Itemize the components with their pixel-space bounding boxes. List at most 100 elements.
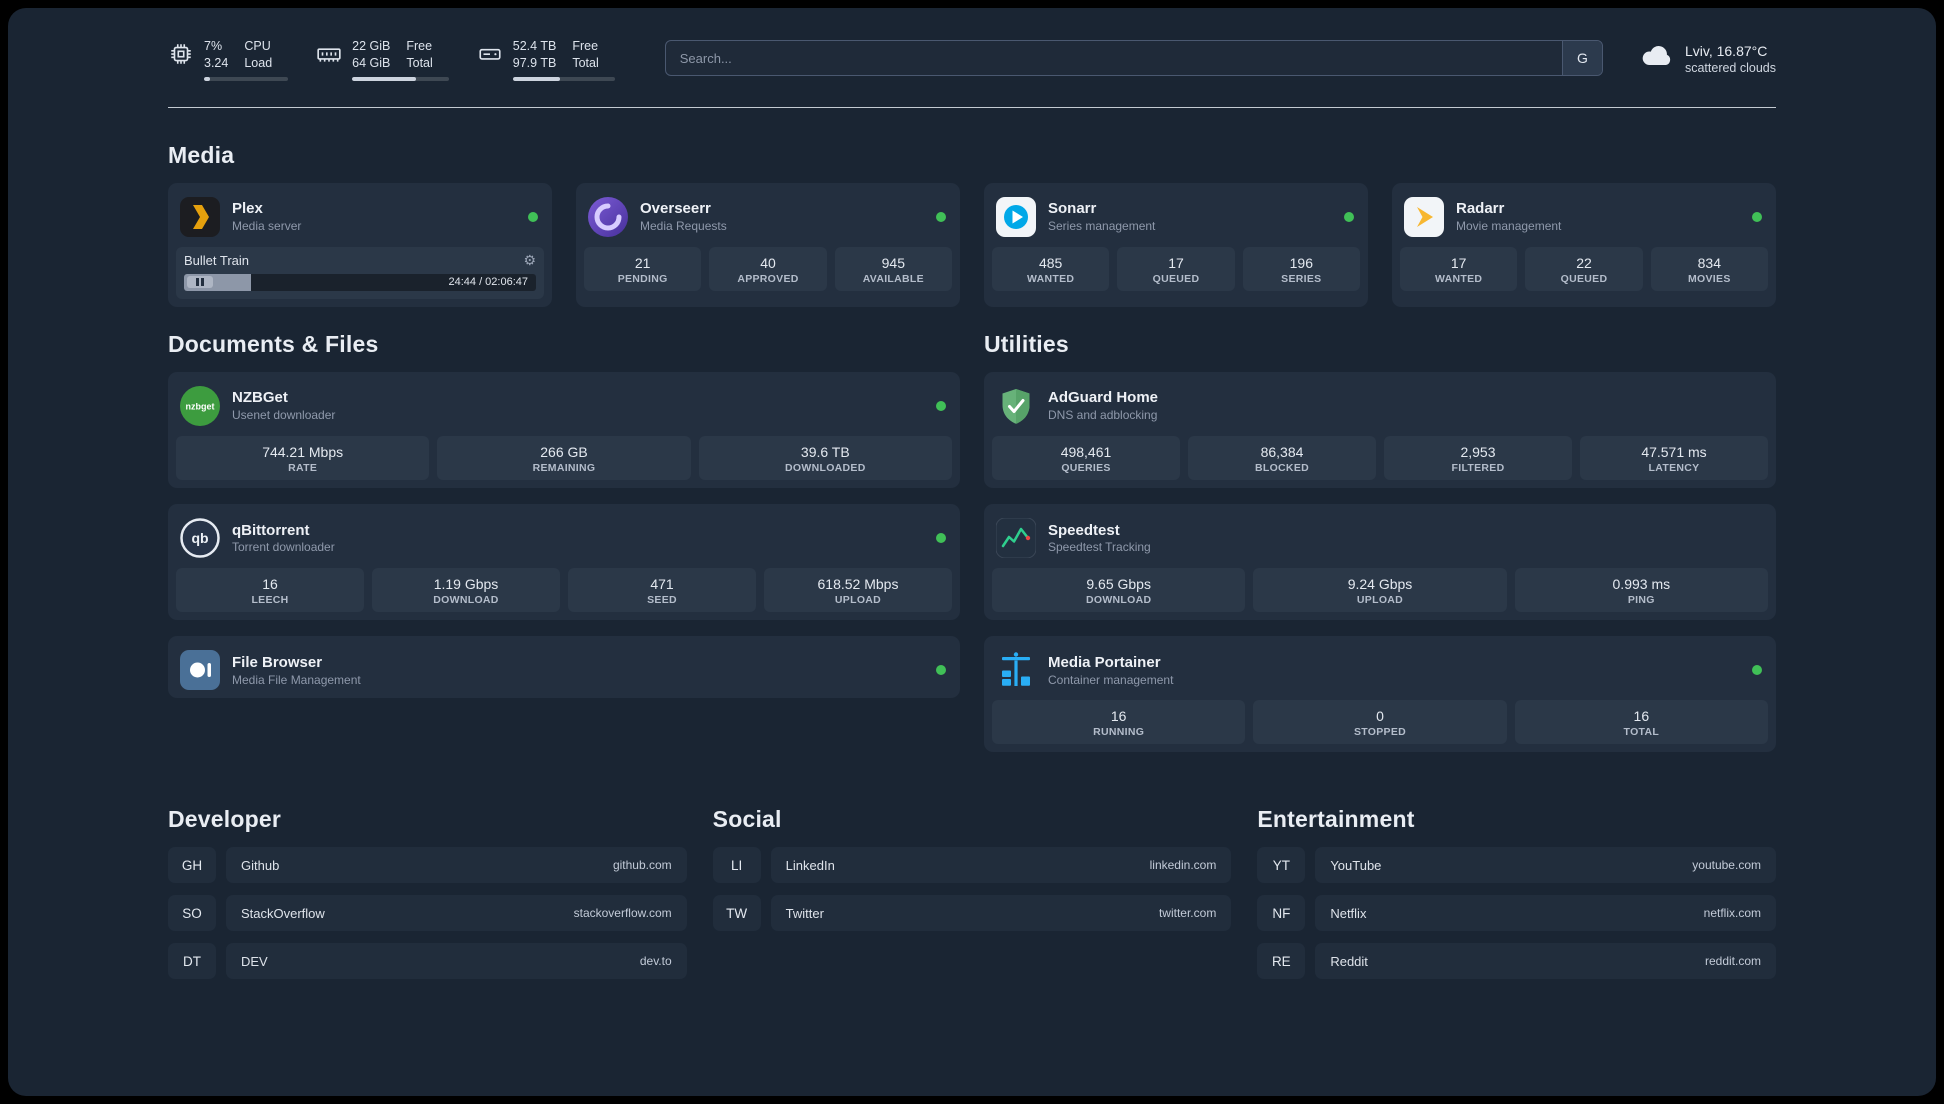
- gear-icon[interactable]: ⚙: [523, 253, 536, 267]
- app-name: Media Portainer: [1048, 653, 1161, 671]
- linkedin-icon: LI: [712, 847, 761, 884]
- section-title-social: Social: [712, 806, 782, 833]
- section-title-utilities: Utilities: [984, 330, 1069, 357]
- now-playing-title: Bullet Train: [184, 252, 250, 268]
- cpu-usage-bar: [204, 76, 289, 81]
- stat-available: 945 AVAILABLE: [834, 246, 952, 291]
- plex-icon: [180, 196, 220, 237]
- sonarr-icon: [996, 196, 1036, 237]
- stat-movies: 834 MOVIES: [1650, 246, 1768, 291]
- stat-seed: 471 SEED: [568, 567, 756, 613]
- disk-free: 52.4 TB: [512, 39, 557, 53]
- cpu-load-value: 3.24: [204, 55, 229, 70]
- search-input[interactable]: [664, 40, 1603, 76]
- app-card-sonarr[interactable]: Sonarr Series management 485 WANTED 17 QUE…: [984, 182, 1368, 307]
- ram-usage-bar: [352, 76, 449, 81]
- app-subtitle: Usenet downloader: [232, 408, 336, 423]
- app-name: AdGuard Home: [1048, 389, 1159, 407]
- plex-now-playing: Bullet Train ⚙ 24:44 / 02:06:47: [176, 246, 544, 299]
- stat-latency: 47.571 ms LATENCY: [1580, 435, 1768, 480]
- stat-total: 16 TOTAL: [1514, 700, 1768, 745]
- search-engine-button[interactable]: G: [1561, 41, 1602, 75]
- app-card-speedtest[interactable]: Speedtest Speedtest Tracking 9.65 Gbps DO…: [984, 503, 1776, 621]
- app-card-nzbget[interactable]: nzbget NZBGet Usenet downloader 744.21 M…: [168, 371, 960, 488]
- adguard-icon: [996, 386, 1036, 426]
- app-card-qbittorrent[interactable]: qb qBittorrent Torrent downloader 16 LEEC…: [168, 503, 960, 621]
- bookmark-twitter[interactable]: TW Twitter twitter.com: [712, 895, 1232, 932]
- app-subtitle: DNS and adblocking: [1048, 408, 1158, 423]
- app-card-filebrowser[interactable]: File Browser Media File Management: [168, 636, 960, 699]
- section-entertainment: Entertainment YT YouTube youtube.com NF N…: [1257, 806, 1776, 980]
- stat-remaining: 266 GB REMAINING: [437, 435, 691, 480]
- app-card-overseerr[interactable]: Overseerr Media Requests 21 PENDING 40 APP…: [576, 182, 960, 307]
- cpu-metric: 7% 3.24 CPU Load: [168, 38, 289, 81]
- playback-time: 24:44 / 02:06:47: [448, 275, 528, 288]
- status-dot: [1752, 665, 1762, 676]
- ram-free: 22 GiB: [352, 39, 391, 53]
- bookmark-github[interactable]: GH Github github.com: [168, 847, 687, 884]
- section-social: Social LI LinkedIn linkedin.com TW Twitte…: [712, 806, 1232, 979]
- weather-condition: scattered clouds: [1684, 60, 1776, 75]
- section-developer: Developer GH Github github.com SO StackOv…: [168, 806, 687, 980]
- bookmark-reddit[interactable]: RE Reddit reddit.com: [1257, 943, 1776, 980]
- cpu-labels: CPU Load: [244, 39, 273, 70]
- stackoverflow-icon: SO: [168, 895, 216, 932]
- twitter-icon: TW: [712, 895, 761, 932]
- bookmark-netflix[interactable]: NF Netflix netflix.com: [1257, 895, 1776, 932]
- stat-upload: 618.52 Mbps UPLOAD: [764, 567, 952, 613]
- app-subtitle: Media server: [232, 219, 302, 234]
- disk-metric: 52.4 TB 97.9 TB Free Total: [477, 38, 615, 81]
- ram-metric: 22 GiB 64 GiB Free Total: [316, 38, 449, 81]
- cpu-values: 7% 3.24: [204, 38, 228, 72]
- status-dot: [528, 211, 538, 222]
- speedtest-icon: [996, 517, 1036, 558]
- qbittorrent-icon: qb: [180, 518, 220, 558]
- stat-series: 196 SERIES: [1242, 246, 1360, 291]
- stat-ping: 0.993 ms PING: [1514, 567, 1768, 613]
- status-dot: [936, 532, 946, 543]
- stat-rate: 744.21 Mbps RATE: [176, 435, 430, 480]
- stat-running: 16 RUNNING: [992, 700, 1246, 745]
- playback-progress-bar[interactable]: 24:44 / 02:06:47: [184, 273, 536, 291]
- stat-leech: 16 LEECH: [176, 567, 364, 613]
- app-card-plex[interactable]: Plex Media server Bullet Train ⚙ 24:44 /…: [168, 182, 552, 307]
- stat-download: 1.19 Gbps DOWNLOAD: [372, 567, 560, 613]
- status-dot: [936, 400, 946, 411]
- app-subtitle: Torrent downloader: [232, 540, 335, 555]
- stat-approved: 40 APPROVED: [709, 246, 827, 291]
- app-card-radarr[interactable]: Radarr Movie management 17 WANTED 22 QUEUE…: [1392, 182, 1776, 307]
- status-dot: [936, 665, 946, 676]
- cpu-icon: [168, 38, 194, 81]
- ram-total: 64 GiB: [352, 55, 391, 70]
- nzbget-icon: nzbget: [180, 385, 220, 426]
- bookmark-dev[interactable]: DT DEV dev.to: [168, 943, 687, 980]
- section-media: Media Plex Media server Bullet Train ⚙ 2…: [168, 142, 1776, 307]
- stat-blocked: 86,384 BLOCKED: [1188, 435, 1376, 480]
- app-name: Plex: [232, 200, 263, 218]
- search-bar: G: [664, 40, 1603, 76]
- disk-usage-bar: [512, 76, 615, 81]
- bookmark-stackoverflow[interactable]: SO StackOverflow stackoverflow.com: [168, 895, 687, 932]
- dev-icon: DT: [168, 943, 216, 980]
- bookmark-linkedin[interactable]: LI LinkedIn linkedin.com: [712, 847, 1232, 884]
- portainer-icon: [996, 650, 1036, 690]
- stat-filtered: 2,953 FILTERED: [1384, 435, 1572, 480]
- section-title-documents: Documents & Files: [168, 330, 379, 357]
- app-name: qBittorrent: [232, 521, 310, 539]
- youtube-icon: YT: [1257, 847, 1306, 884]
- app-card-portainer[interactable]: Media Portainer Container management 16 R…: [984, 636, 1776, 753]
- app-subtitle: Media File Management: [232, 672, 361, 687]
- radarr-icon: [1404, 196, 1444, 237]
- pause-button[interactable]: [187, 276, 213, 289]
- pause-icon: [196, 278, 199, 287]
- app-card-adguard[interactable]: AdGuard Home DNS and adblocking 498,461 Q…: [984, 371, 1776, 488]
- app-name: NZBGet: [232, 389, 288, 407]
- disk-icon: [477, 38, 503, 81]
- stat-queued: 22 QUEUED: [1525, 246, 1643, 291]
- topbar: 7% 3.24 CPU Load 22 GiB 64 GiB Free Tota…: [168, 38, 1776, 81]
- bookmark-youtube[interactable]: YT YouTube youtube.com: [1257, 847, 1776, 884]
- app-name: File Browser: [232, 653, 323, 671]
- stat-stopped: 0 STOPPED: [1253, 700, 1507, 745]
- status-dot: [1344, 211, 1354, 222]
- netflix-icon: NF: [1257, 895, 1306, 932]
